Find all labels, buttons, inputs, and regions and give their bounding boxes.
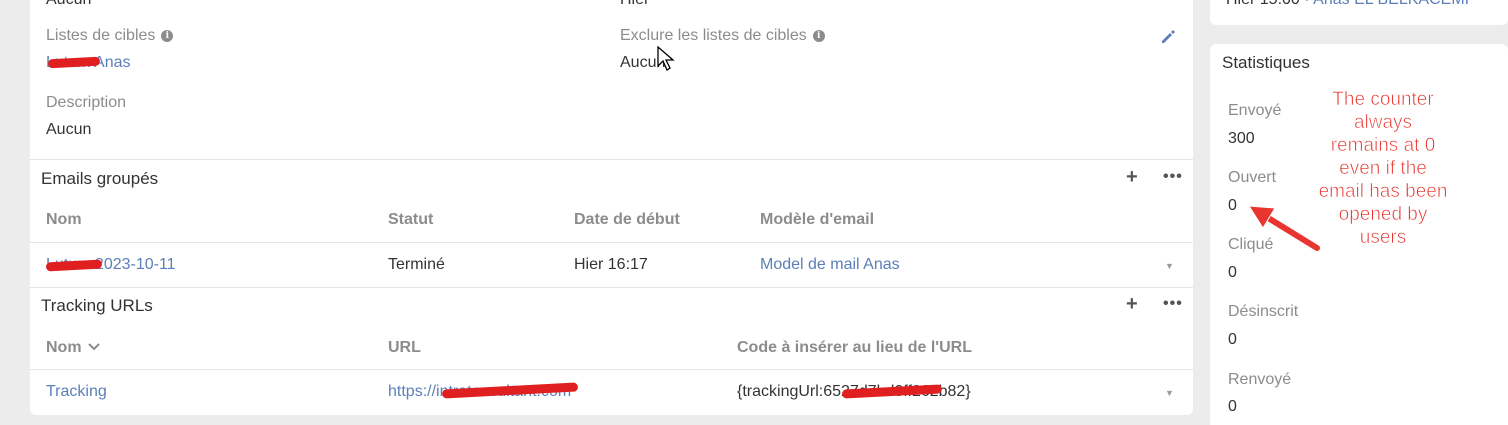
column-header-start-date[interactable]: Date de début — [574, 211, 680, 229]
divider — [30, 287, 1193, 288]
edit-pencil-icon[interactable] — [1160, 29, 1176, 45]
grouped-emails-more-button[interactable]: ••• — [1163, 168, 1183, 186]
campaign-details-panel — [30, 0, 1193, 415]
info-icon[interactable]: i — [812, 30, 825, 42]
column-header-code[interactable]: Code à insérer au lieu de l'URL — [737, 339, 972, 357]
mouse-cursor-icon — [657, 46, 675, 71]
stat-bounced-label: Renvoyé — [1228, 371, 1292, 388]
grouped-email-template-link[interactable]: Model de mail Anas — [760, 256, 900, 274]
annotation-note: The counter always remains at 0 even if … — [1318, 89, 1448, 249]
sort-chevron-icon — [88, 343, 100, 351]
stat-opened-label: Ouvert — [1228, 169, 1277, 186]
stat-sent-value: 300 — [1228, 130, 1255, 147]
annotation-arrow-icon — [1248, 205, 1322, 253]
row-actions-caret-icon[interactable]: ▼ — [1165, 261, 1174, 271]
column-header-template[interactable]: Modèle d'email — [760, 211, 874, 229]
grouped-emails-title: Emails groupés — [41, 169, 159, 188]
cut-value-right: Hier 15:00 · Anas EL BELKACEMI — [1226, 0, 1469, 9]
description-value: Aucun — [46, 121, 92, 138]
add-grouped-email-button[interactable]: + — [1126, 166, 1138, 189]
column-header-name[interactable]: Nom — [46, 339, 100, 357]
description-label: Description — [46, 94, 127, 111]
exclude-lists-label: Exclure les listes de cibles i — [620, 27, 825, 45]
tracking-urls-more-button[interactable]: ••• — [1163, 295, 1183, 313]
divider — [30, 159, 1193, 160]
grouped-email-status: Terminé — [388, 256, 445, 273]
info-icon[interactable]: i — [161, 30, 174, 42]
row-actions-caret-icon[interactable]: ▼ — [1165, 388, 1174, 398]
tracking-name-link[interactable]: Tracking — [46, 383, 107, 401]
divider — [30, 369, 1193, 370]
add-tracking-url-button[interactable]: + — [1126, 293, 1138, 316]
target-lists-label: Listes de cibles i — [46, 27, 174, 45]
column-header-url[interactable]: URL — [388, 339, 421, 357]
stat-sent-label: Envoyé — [1228, 102, 1282, 119]
divider — [30, 242, 1193, 243]
statistics-title: Statistiques — [1222, 53, 1310, 72]
stat-bounced-value: 0 — [1228, 398, 1237, 415]
tracking-urls-title: Tracking URLs — [41, 296, 153, 315]
column-header-name[interactable]: Nom — [46, 211, 82, 229]
column-header-status[interactable]: Statut — [388, 211, 433, 229]
stat-clicked-value: 0 — [1228, 264, 1237, 281]
grouped-email-start: Hier 16:17 — [574, 256, 648, 273]
cut-value-mid: Hier — [620, 0, 649, 9]
stat-opened-value: 0 — [1228, 197, 1237, 214]
stat-unsubscribed-label: Désinscrit — [1228, 303, 1299, 320]
cut-value-left: Aucun — [46, 0, 91, 9]
stat-unsubscribed-value: 0 — [1228, 331, 1237, 348]
